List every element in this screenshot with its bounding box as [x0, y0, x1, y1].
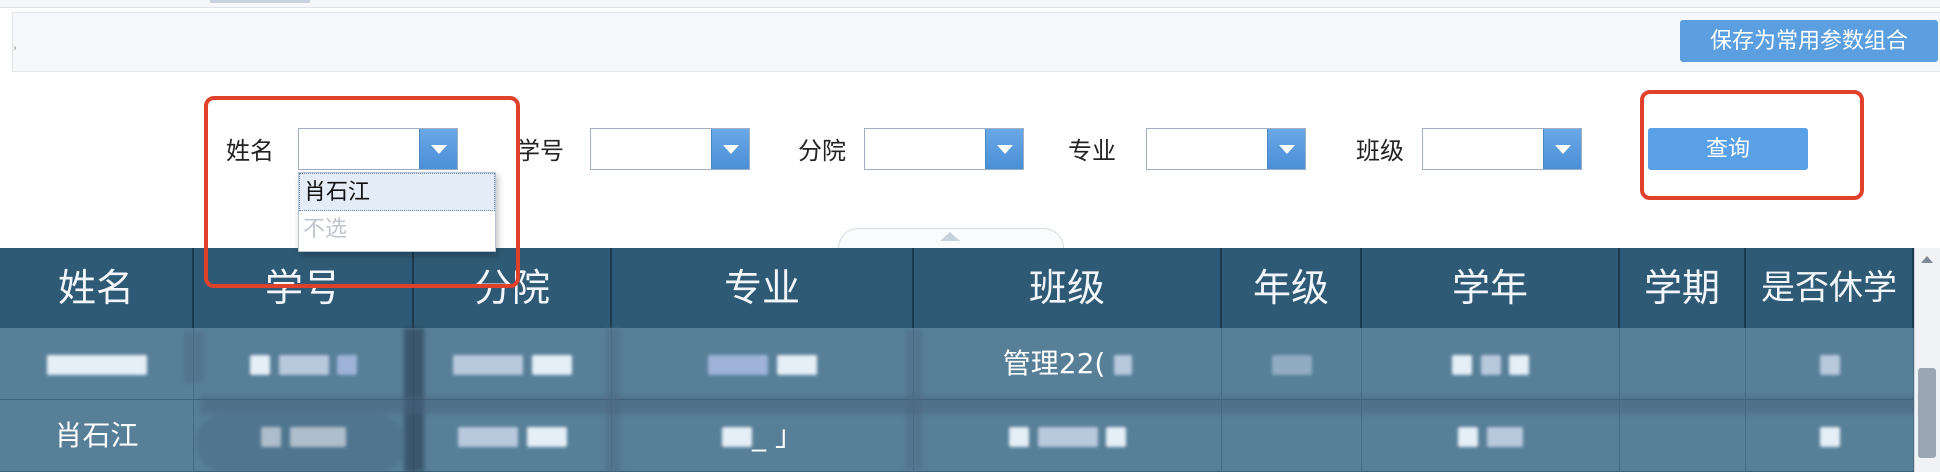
table-row[interactable]: 管理22(: [0, 328, 1914, 400]
name-dropdown-list: 肖石江 不选: [298, 172, 496, 252]
cell-major: [612, 328, 914, 400]
toolbar: ›: [12, 12, 1940, 72]
chevron-down-icon[interactable]: [1543, 129, 1581, 169]
top-strip: [0, 0, 1940, 8]
cell-college: [414, 328, 612, 400]
class-text: 管理22(: [1002, 347, 1106, 380]
cell-student-id: [194, 328, 414, 400]
class-filter-label: 班级: [1356, 137, 1404, 165]
collapse-up-icon[interactable]: [940, 232, 960, 241]
redaction-smear: [196, 414, 406, 472]
chevron-down-icon[interactable]: [1267, 129, 1305, 169]
major-filter-label: 专业: [1068, 137, 1116, 165]
major-text: _ 」: [752, 419, 803, 452]
cell-class: 管理22(: [914, 328, 1222, 400]
save-preset-button[interactable]: 保存为常用参数组合: [1680, 20, 1938, 62]
student-id-combobox[interactable]: [590, 128, 750, 170]
column-header-class[interactable]: 班级: [914, 248, 1222, 328]
redaction-smear: [184, 332, 204, 382]
student-id-filter-label: 学号: [516, 137, 564, 165]
cell-academic-year: [1362, 328, 1620, 400]
scroll-thumb[interactable]: [1918, 368, 1936, 458]
table-scrollbar[interactable]: [1914, 248, 1940, 472]
cell-semester: [1620, 328, 1746, 400]
dropdown-option-none[interactable]: 不选: [299, 211, 495, 249]
chevron-down-icon[interactable]: [711, 129, 749, 169]
college-filter-label: 分院: [798, 137, 846, 165]
class-combobox[interactable]: [1422, 128, 1582, 170]
column-header-grade[interactable]: 年级: [1222, 248, 1362, 328]
cell-on-leave: [1746, 328, 1914, 400]
highlight-box-query-button: [1640, 90, 1864, 200]
column-header-major[interactable]: 专业: [612, 248, 914, 328]
scroll-up-icon[interactable]: [1921, 256, 1933, 263]
college-combobox[interactable]: [864, 128, 1024, 170]
top-tab-indicator[interactable]: [210, 0, 310, 3]
redaction-smear: [200, 396, 1914, 414]
chevron-down-icon[interactable]: [985, 129, 1023, 169]
cell-grade: [1222, 328, 1362, 400]
column-header-name[interactable]: 姓名: [0, 248, 194, 328]
column-header-semester[interactable]: 学期: [1620, 248, 1746, 328]
column-header-on-leave[interactable]: 是否休学: [1746, 248, 1914, 328]
cell-name: [0, 328, 194, 400]
collapse-caret-icon[interactable]: ›: [13, 43, 19, 55]
column-header-academic-year[interactable]: 学年: [1362, 248, 1620, 328]
major-combobox[interactable]: [1146, 128, 1306, 170]
cell-name: 肖石江: [0, 400, 194, 472]
dropdown-option-selected[interactable]: 肖石江: [299, 173, 495, 211]
